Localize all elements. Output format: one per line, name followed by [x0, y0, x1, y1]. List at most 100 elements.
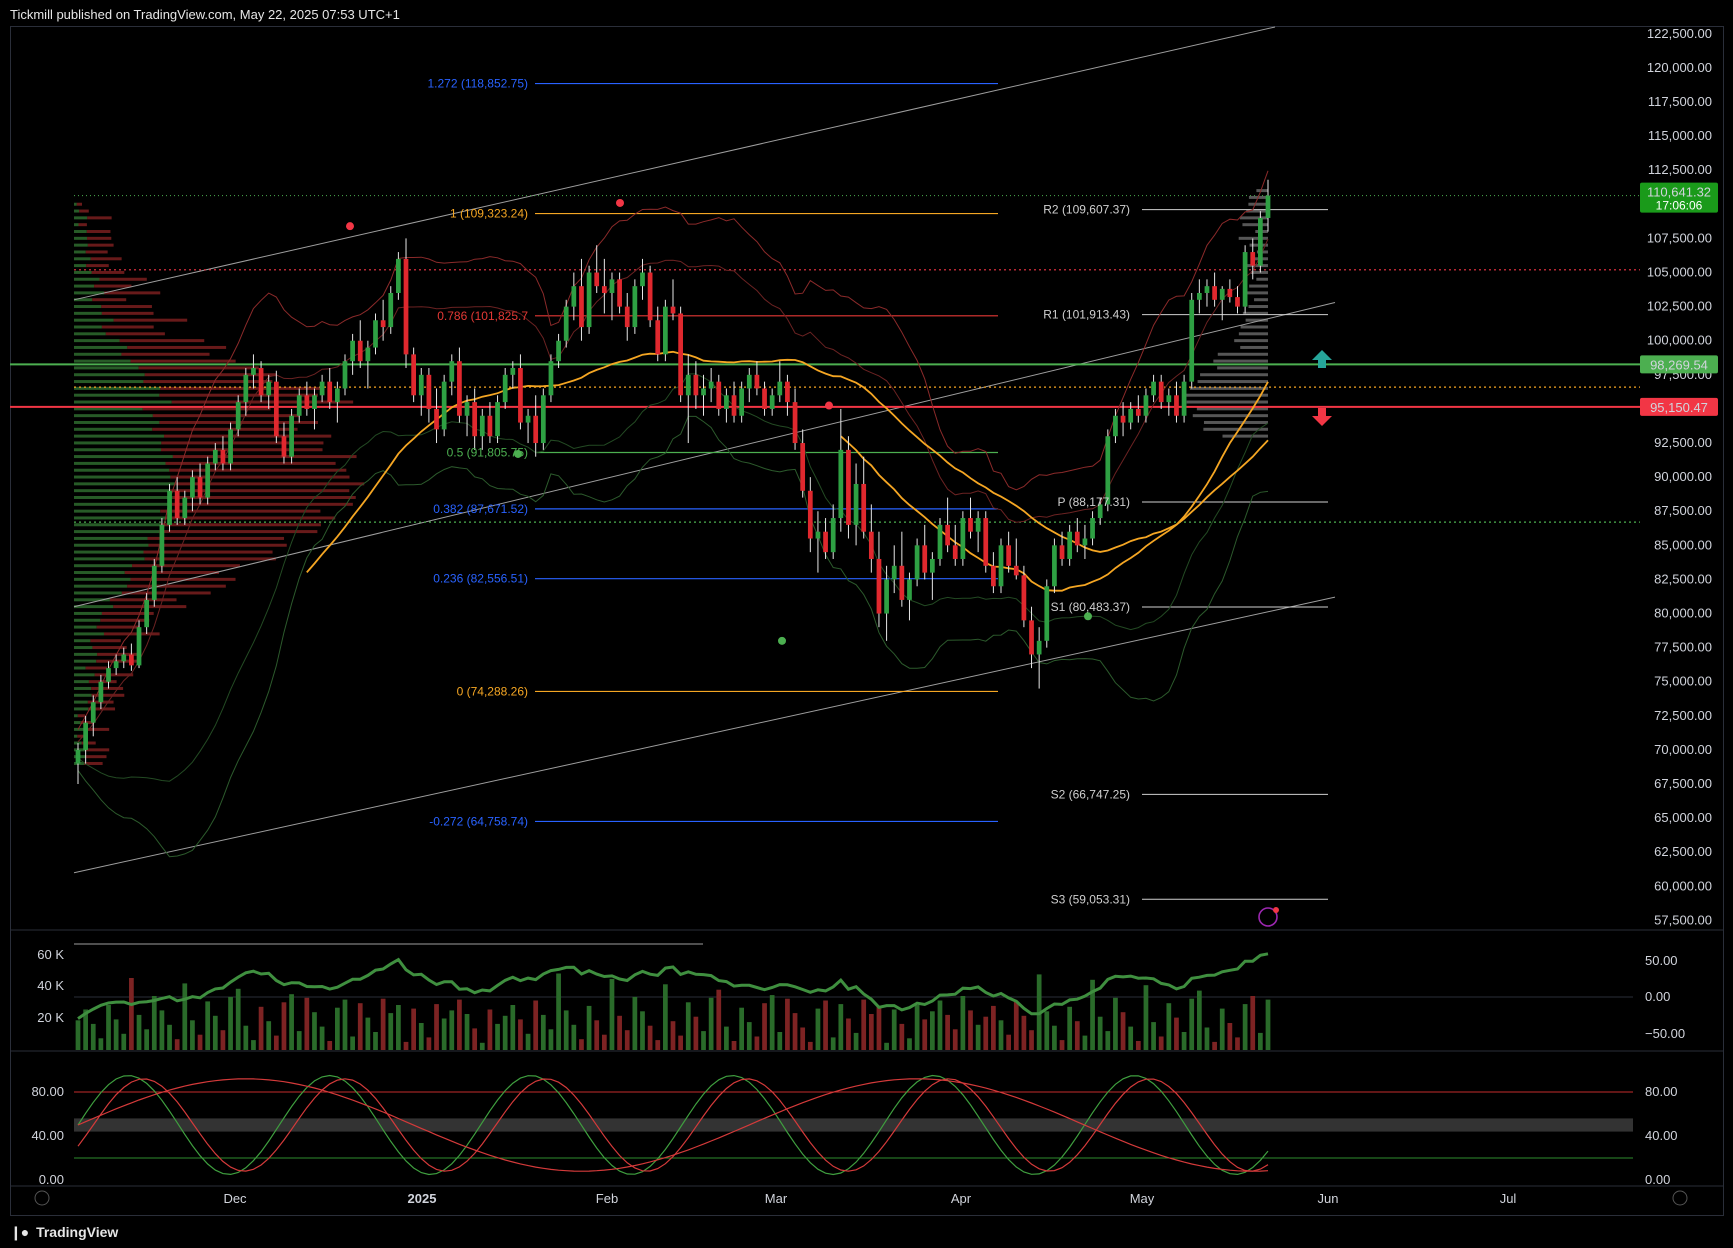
- candle-body: [1136, 409, 1141, 416]
- candle-body: [282, 436, 287, 456]
- candle-body: [594, 273, 599, 287]
- profile-bar-up: [74, 216, 87, 219]
- volume-bar: [1006, 1035, 1011, 1050]
- fib-level-label: 1.272 (118,852.75): [427, 77, 528, 91]
- chart-canvas[interactable]: 1.272 (118,852.75) 1 (109,323.24) 0.786 (1…: [0, 0, 1733, 1248]
- profile-bar-up: [74, 360, 131, 363]
- candle-body: [838, 450, 843, 518]
- candle-body: [800, 443, 805, 491]
- profile-bar-right: [1218, 353, 1268, 356]
- volume-bar: [907, 1038, 912, 1050]
- volume-bar: [236, 989, 241, 1050]
- profile-bar-down: [101, 305, 152, 308]
- volume-axis-tick: 40 K: [37, 978, 64, 993]
- candle-body: [564, 307, 569, 341]
- volume-bar: [449, 1010, 454, 1050]
- volume-bar: [1113, 998, 1118, 1050]
- candle-body: [1060, 545, 1065, 559]
- candle-body: [304, 395, 309, 409]
- profile-bar-right: [1242, 223, 1268, 226]
- stochastic-pane: 80.00 80.0040.00 40.000.00 0.00: [31, 1076, 1677, 1188]
- volume-bar: [76, 1020, 81, 1050]
- candle-body: [976, 518, 981, 532]
- volume-bar: [861, 1000, 866, 1050]
- profile-bar-up: [74, 325, 102, 328]
- volume-bar: [655, 1040, 660, 1050]
- volume-bar: [945, 1015, 950, 1050]
- profile-bar-up: [74, 203, 77, 206]
- volume-bar: [304, 998, 309, 1050]
- volume-bar: [671, 1021, 676, 1050]
- candle-body: [831, 518, 836, 552]
- price-axis-tick: 82,500.00: [1654, 571, 1712, 586]
- volume-bar: [160, 1010, 165, 1050]
- profile-bar-down: [86, 264, 109, 267]
- candle-body: [106, 668, 111, 682]
- candle-body: [503, 375, 508, 402]
- candle-body: [961, 518, 966, 559]
- profile-bar-down: [85, 755, 106, 758]
- profile-bar-down: [170, 476, 349, 479]
- volume-bar: [1151, 1022, 1156, 1050]
- volume-bar: [732, 1041, 737, 1050]
- profile-bar-up: [74, 448, 161, 451]
- volume-bar: [716, 990, 721, 1050]
- volume-bar: [358, 1003, 363, 1050]
- profile-bar-right: [1239, 237, 1268, 240]
- volume-bar: [152, 996, 157, 1050]
- candle-body: [488, 416, 493, 436]
- volume-bar: [312, 1012, 317, 1050]
- time-axis-tick: Feb: [596, 1191, 618, 1206]
- candle-body: [1189, 300, 1194, 382]
- candle-body: [259, 368, 264, 395]
- price-axis[interactable]: 122,500.00 120,000.00 117,500.00 115,000.00…: [1640, 26, 1718, 928]
- channel-upper-line: [74, 27, 1275, 300]
- candle-body: [221, 450, 226, 464]
- candle-body: [632, 286, 637, 327]
- candle-body: [991, 566, 996, 586]
- profile-bar-down: [114, 319, 188, 322]
- volume-bar: [1121, 1012, 1126, 1050]
- profile-bar-up: [74, 523, 160, 526]
- candle-body: [1220, 289, 1225, 300]
- volume-bar: [1144, 985, 1149, 1050]
- candle-body: [793, 402, 798, 443]
- profile-bar-up: [74, 298, 92, 301]
- profile-bar-right: [1244, 291, 1268, 294]
- volume-bar: [91, 1024, 96, 1050]
- volume-bar: [1174, 1018, 1179, 1050]
- profile-bar-up: [74, 476, 170, 479]
- profile-bar-up: [74, 503, 172, 506]
- profile-bar-up: [74, 332, 106, 335]
- volume-bar: [816, 1009, 821, 1050]
- profile-bar-down: [121, 353, 209, 356]
- volume-bar: [175, 1039, 180, 1050]
- profile-bar-right: [1198, 380, 1268, 383]
- volume-bar: [1159, 1037, 1164, 1051]
- profile-bar-down: [127, 585, 226, 588]
- candle-body: [953, 545, 958, 559]
- profile-bar-up: [74, 257, 91, 260]
- time-axis[interactable]: Dec 2025 Feb Mar Apr May Jun Jul: [35, 1191, 1687, 1206]
- profile-bar-up: [74, 278, 99, 281]
- volume-bar: [1243, 1004, 1248, 1050]
- profile-bar-up: [74, 210, 79, 213]
- volume-bar: [1235, 1037, 1240, 1050]
- profile-bar-down: [102, 312, 154, 315]
- profile-bar-up: [74, 353, 121, 356]
- candle-body: [899, 566, 904, 600]
- profile-bar-up: [74, 421, 159, 424]
- tradingview-brand[interactable]: ❙● TradingView: [10, 1224, 118, 1241]
- volume-bar: [1022, 1016, 1027, 1050]
- candle-body: [549, 361, 554, 395]
- volume-bar: [404, 1042, 409, 1050]
- volume-bar: [899, 1024, 904, 1050]
- candle-body: [846, 450, 851, 525]
- volume-bar: [495, 1024, 500, 1050]
- candle-body: [610, 279, 615, 293]
- volume-bar: [205, 1001, 210, 1050]
- stoch-axis-tick-right: 0.00: [1645, 1172, 1670, 1187]
- volume-bar: [350, 1037, 355, 1051]
- profile-bar-down: [97, 626, 139, 629]
- profile-bar-up: [74, 510, 160, 513]
